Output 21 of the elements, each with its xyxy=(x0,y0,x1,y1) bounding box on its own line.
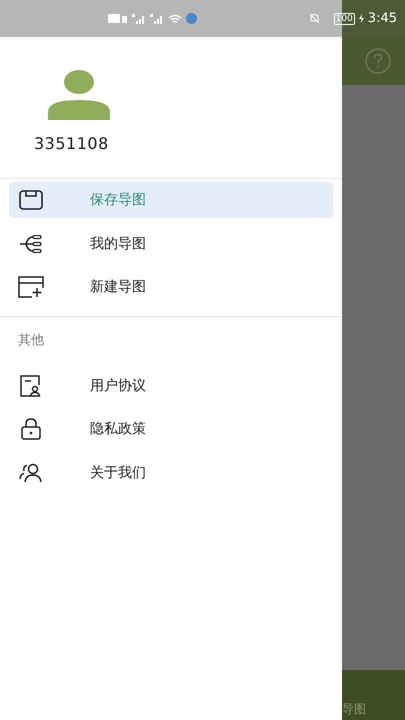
signal-icon xyxy=(132,14,146,24)
help-icon[interactable] xyxy=(365,48,391,74)
user-id: 3351108 xyxy=(34,134,109,153)
add-frame-icon xyxy=(18,276,44,298)
signal-icon xyxy=(150,14,164,24)
branch-icon xyxy=(18,234,44,252)
app-icon xyxy=(186,13,197,24)
menu-item[interactable]: 我的导图 xyxy=(9,226,333,262)
menu-item[interactable]: 隐私政策 xyxy=(9,411,333,447)
menu-item[interactable]: 新建导图 xyxy=(9,269,333,305)
charging-icon xyxy=(358,14,364,23)
hd-icon xyxy=(108,14,128,23)
section-title: 其他 xyxy=(17,332,45,350)
people-icon xyxy=(18,462,44,482)
menu-item[interactable]: 保存导图 xyxy=(9,182,333,218)
avatar-icon xyxy=(48,70,110,120)
menu-item[interactable]: 用户协议 xyxy=(9,368,333,404)
wifi-icon xyxy=(168,14,182,24)
menu-item[interactable]: 关于我们 xyxy=(9,454,333,490)
clock-time: 3:45 xyxy=(368,11,397,26)
bell-off-icon xyxy=(308,13,320,24)
